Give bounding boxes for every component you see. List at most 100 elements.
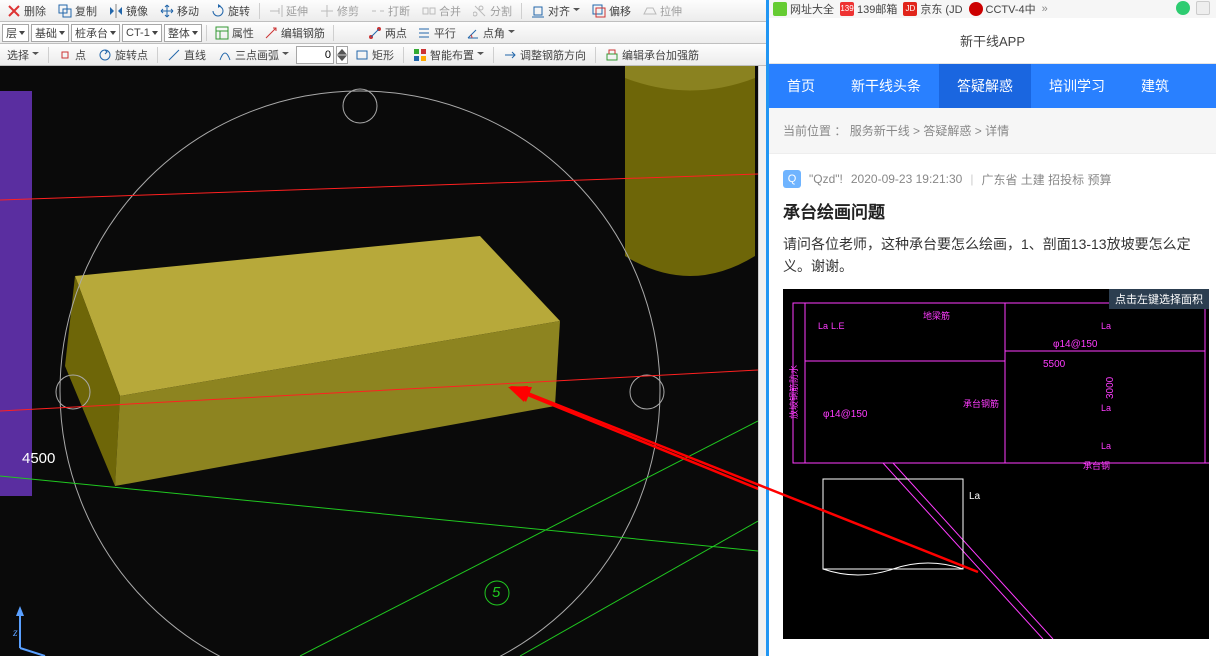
nav-news[interactable]: 新干线头条 (833, 64, 939, 108)
axis-z-label: z (13, 625, 18, 640)
extend-label: 延伸 (286, 3, 308, 19)
base-combo[interactable]: 基础 (31, 24, 69, 42)
break-button[interactable]: 打断 (366, 1, 415, 21)
rect-button[interactable]: 矩形 (350, 45, 399, 65)
drag-icon (643, 4, 657, 18)
rotate-point-icon (98, 48, 112, 62)
layer-combo[interactable]: 层 (2, 24, 29, 42)
attr-button[interactable]: 属性 (211, 23, 258, 43)
move-icon (160, 4, 174, 18)
rotpoint-label: 旋转点 (115, 47, 148, 63)
fav-mail[interactable]: 139139邮箱 (840, 1, 897, 17)
smart-label: 智能布置 (430, 47, 474, 63)
crumb-link-a[interactable]: 服务新干线 (850, 124, 910, 138)
extend-icon (269, 4, 283, 18)
adjust-button[interactable]: 调整钢筋方向 (498, 45, 591, 65)
drag-label: 拉伸 (660, 3, 682, 19)
move-button[interactable]: 移动 (155, 1, 204, 21)
copy-icon (58, 4, 72, 18)
layer-label: 层 (6, 25, 17, 41)
crumb-link-b[interactable]: 答疑解惑 (923, 124, 971, 138)
fav-jd[interactable]: JD京东 (JD (903, 1, 962, 17)
svg-text:φ14@150: φ14@150 (1053, 339, 1098, 350)
line-label: 直线 (184, 47, 206, 63)
line-button[interactable]: 直线 (162, 45, 211, 65)
offset-icon (592, 4, 606, 18)
viewport-scrollbar[interactable] (758, 66, 766, 656)
mirror-label: 镜像 (126, 3, 148, 19)
align-button[interactable]: 对齐 (526, 1, 585, 21)
ext2-icon[interactable] (1196, 1, 1210, 15)
attributes-icon (215, 26, 229, 40)
nav-home[interactable]: 首页 (769, 64, 833, 108)
numeric-input[interactable] (296, 46, 334, 64)
move-label: 移动 (177, 3, 199, 19)
copy-button[interactable]: 复制 (53, 1, 102, 21)
toolbar-separator (259, 3, 260, 19)
avatar: Q (783, 170, 801, 188)
dimension-label: 4500 (22, 450, 55, 467)
pointangle-button[interactable]: 点角 (462, 23, 519, 43)
nav-arch[interactable]: 建筑 (1123, 64, 1187, 108)
svg-text:地梁筋: 地梁筋 (923, 310, 950, 321)
dropdown-icon (282, 48, 289, 62)
point-button[interactable]: 点 (53, 45, 91, 65)
merge-label: 合并 (439, 3, 461, 19)
svg-text:φ14@150: φ14@150 (823, 409, 868, 420)
merge-button[interactable]: 合并 (417, 1, 466, 21)
post-loc: 广东省 土建 招投标 预算 (981, 171, 1111, 188)
edit-rebar-icon (264, 26, 278, 40)
toolbar-separator (493, 47, 494, 63)
rect-icon (355, 48, 369, 62)
svg-text:承台钢: 承台钢 (1083, 460, 1110, 471)
break-label: 打断 (388, 3, 410, 19)
chevron-down-icon (59, 31, 65, 35)
rect-label: 矩形 (372, 47, 394, 63)
nav-qa[interactable]: 答疑解惑 (939, 64, 1031, 108)
svg-text:放坡钢筋防水: 放坡钢筋防水 (788, 365, 799, 419)
breadcrumb: 当前位置 ： 服务新干线 > 答疑解惑 > 详情 (769, 108, 1216, 154)
adjust-icon (503, 48, 517, 62)
ext1-icon[interactable] (1176, 1, 1190, 15)
drag-button[interactable]: 拉伸 (638, 1, 687, 21)
copy-label: 复制 (75, 3, 97, 19)
trim-button[interactable]: 修剪 (315, 1, 364, 21)
fav-cctv[interactable]: CCTV-4中 (969, 1, 1036, 17)
stepper-icon[interactable] (336, 46, 348, 64)
parallel-button[interactable]: 平行 (413, 23, 460, 43)
fav-all[interactable]: 网址大全 (773, 1, 834, 17)
editrebar-button[interactable]: 编辑钢筋 (260, 23, 329, 43)
crumb-current: 详情 (985, 124, 1009, 138)
app-name: 新干线APP (960, 31, 1025, 50)
pilecap-combo[interactable]: 桩承台 (71, 24, 120, 42)
extend-button[interactable]: 延伸 (264, 1, 313, 21)
delete-button[interactable]: 删除 (2, 1, 51, 21)
select-button[interactable]: 选择 (2, 45, 44, 65)
chevron-down-icon (19, 31, 25, 35)
editcap-button[interactable]: 编辑承台加强筋 (600, 45, 704, 65)
rotpoint-button[interactable]: 旋转点 (93, 45, 153, 65)
two-point-button[interactable]: 两点 (364, 23, 411, 43)
svg-text:La: La (1101, 403, 1111, 413)
ct1-combo[interactable]: CT-1 (122, 24, 162, 42)
cad-app-pane: 删除 复制 镜像 移动 旋转 延伸 修剪 打断 合并 分割 对齐 偏移 拉伸 层… (0, 0, 766, 656)
toolbar-draw: 选择 点 旋转点 直线 三点画弧 矩形 智能布置 调整钢筋方向 编辑承台加强筋 (0, 44, 766, 66)
split-button[interactable]: 分割 (468, 1, 517, 21)
3d-viewport[interactable]: 4500 5 z (0, 66, 758, 656)
offset-button[interactable]: 偏移 (587, 1, 636, 21)
rotate-button[interactable]: 旋转 (206, 1, 255, 21)
editcap-label: 编辑承台加强筋 (622, 47, 699, 63)
arc3-button[interactable]: 三点画弧 (213, 45, 294, 65)
delete-icon (7, 4, 21, 18)
smart-button[interactable]: 智能布置 (408, 45, 489, 65)
svg-text:La: La (1101, 441, 1111, 451)
offset-label: 偏移 (609, 3, 631, 19)
globe-icon (773, 2, 787, 16)
post-image[interactable]: 点击左键选择面积 5500 3000 φ14@150 φ14@150 La L.… (783, 289, 1209, 639)
nav-train[interactable]: 培训学习 (1031, 64, 1123, 108)
toolbar-separator (48, 47, 49, 63)
mirror-button[interactable]: 镜像 (104, 1, 153, 21)
smart-layout-icon (413, 48, 427, 62)
cad-drawing: 5500 3000 φ14@150 φ14@150 La L.E La La L… (783, 289, 1209, 639)
whole-combo[interactable]: 整体 (164, 24, 202, 42)
